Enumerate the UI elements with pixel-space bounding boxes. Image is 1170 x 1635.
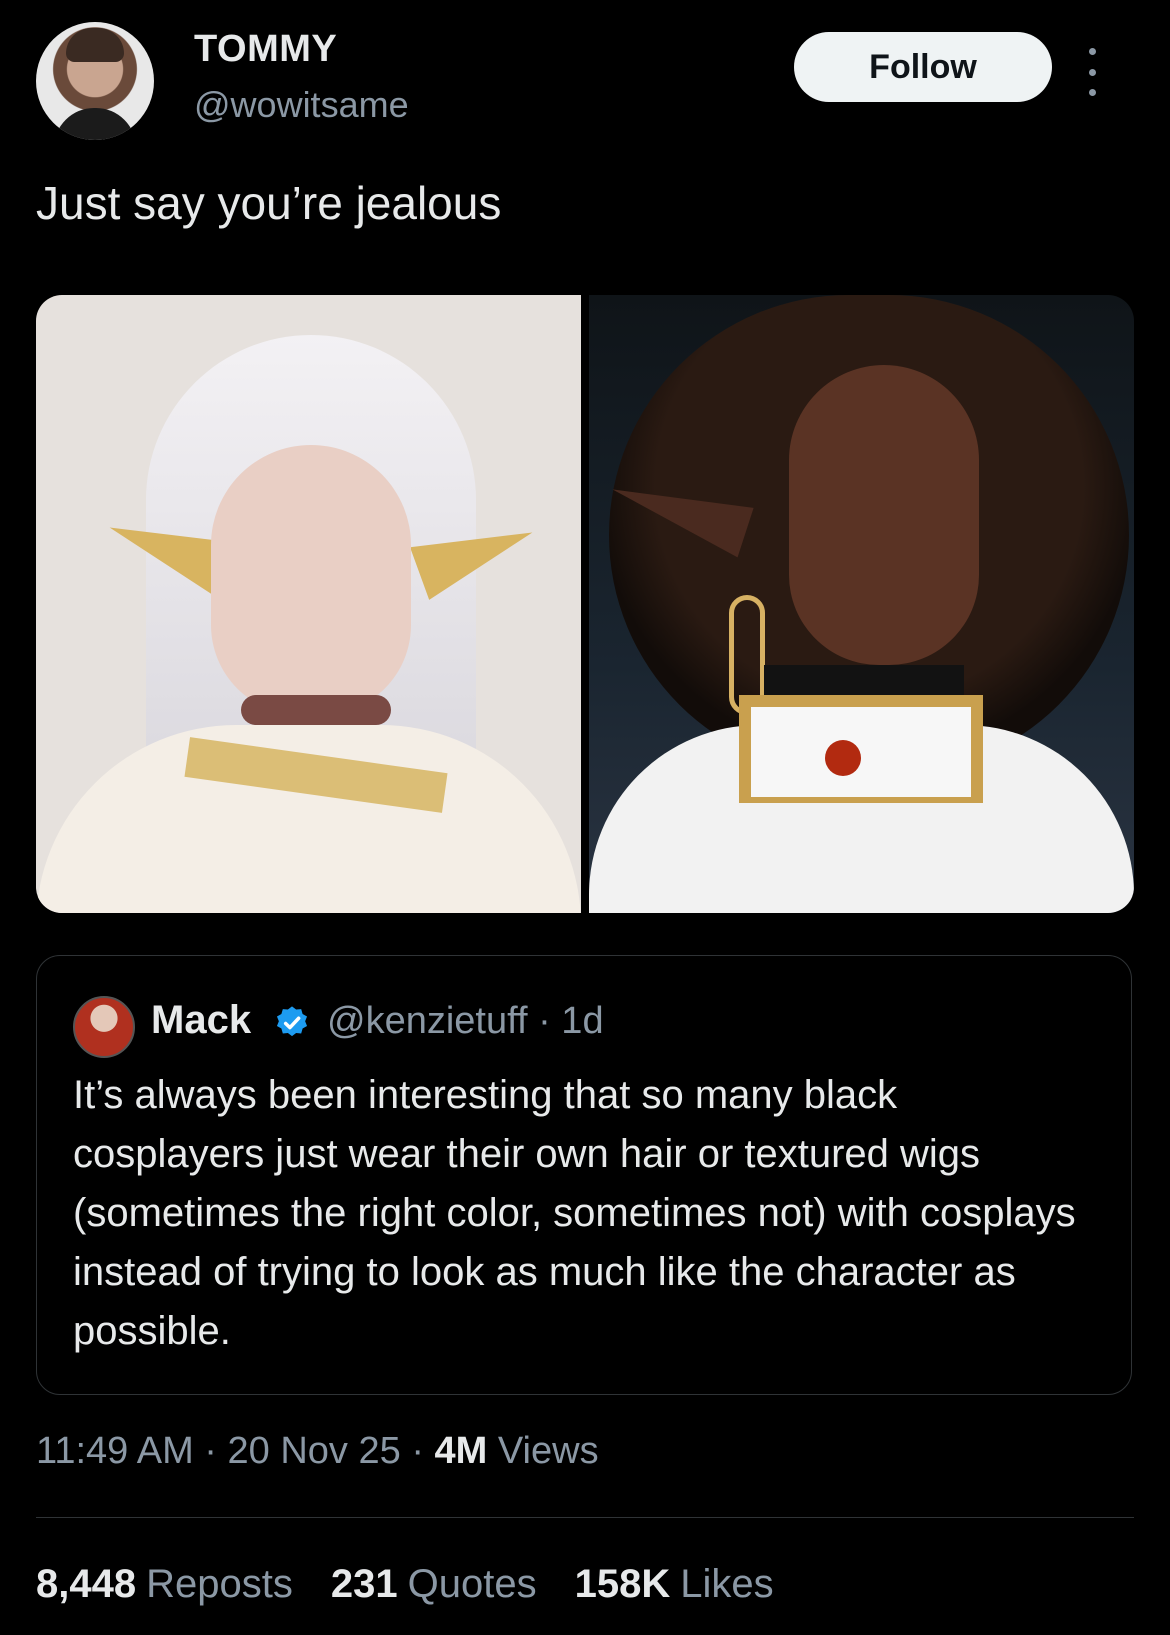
quoted-author-handle-time: @kenzietuff · 1d bbox=[327, 1000, 604, 1042]
separator-dot: · bbox=[411, 1430, 435, 1472]
tweet-time[interactable]: 11:49 AM bbox=[36, 1430, 194, 1472]
reposts-count: 8,448 bbox=[36, 1562, 137, 1606]
tweet-header: TOMMY @wowitsame Follow bbox=[36, 22, 1136, 142]
more-dot bbox=[1088, 89, 1096, 96]
avatar-shirt bbox=[54, 108, 136, 140]
author-avatar[interactable] bbox=[36, 22, 154, 140]
engagement-stats: 8,448 Reposts 231 Quotes 158K Likes bbox=[36, 1562, 774, 1607]
media-photo-right[interactable] bbox=[589, 295, 1134, 913]
quoted-author-avatar bbox=[73, 996, 135, 1058]
views-label: Views bbox=[497, 1430, 599, 1472]
quotes-count: 231 bbox=[330, 1562, 398, 1606]
more-dot bbox=[1088, 48, 1096, 55]
divider bbox=[36, 1517, 1134, 1518]
more-dot bbox=[1088, 68, 1096, 76]
separator-dot: · bbox=[204, 1430, 228, 1472]
quoted-author-name: Mack bbox=[151, 998, 252, 1042]
avatar-hair bbox=[66, 28, 124, 62]
photo-gem bbox=[825, 740, 861, 776]
photo-choker bbox=[241, 695, 391, 725]
likes-label: Likes bbox=[680, 1562, 774, 1606]
verified-badge-icon bbox=[276, 1006, 308, 1037]
follow-button[interactable]: Follow bbox=[794, 32, 1052, 102]
photo-face bbox=[789, 365, 979, 665]
quoted-tweet-text: It’s always been interesting that so man… bbox=[73, 1073, 1076, 1353]
views-count: 4M bbox=[434, 1430, 488, 1472]
quotes-label: Quotes bbox=[407, 1562, 537, 1606]
more-options-icon[interactable] bbox=[1082, 48, 1102, 96]
photo-collar bbox=[739, 695, 983, 803]
tweet-text: Just say you’re jealous bbox=[36, 177, 502, 229]
quoted-tweet[interactable]: Mack @kenzietuff · 1d It’s always been i… bbox=[36, 955, 1132, 1395]
photo-face bbox=[211, 445, 411, 715]
author-name[interactable]: TOMMY bbox=[194, 28, 337, 71]
reposts-stat[interactable]: 8,448 Reposts bbox=[36, 1562, 293, 1607]
likes-stat[interactable]: 158K Likes bbox=[575, 1562, 774, 1607]
media-photo-left[interactable] bbox=[36, 295, 581, 913]
author-handle[interactable]: @wowitsame bbox=[194, 84, 409, 126]
tweet-media[interactable] bbox=[36, 295, 1134, 913]
likes-count: 158K bbox=[574, 1562, 671, 1606]
tweet-date[interactable]: 20 Nov 25 bbox=[228, 1430, 401, 1472]
reposts-label: Reposts bbox=[146, 1562, 293, 1606]
quotes-stat[interactable]: 231 Quotes bbox=[331, 1562, 537, 1607]
tweet-metadata: 11:49 AM · 20 Nov 25 · 4M Views bbox=[36, 1430, 599, 1473]
